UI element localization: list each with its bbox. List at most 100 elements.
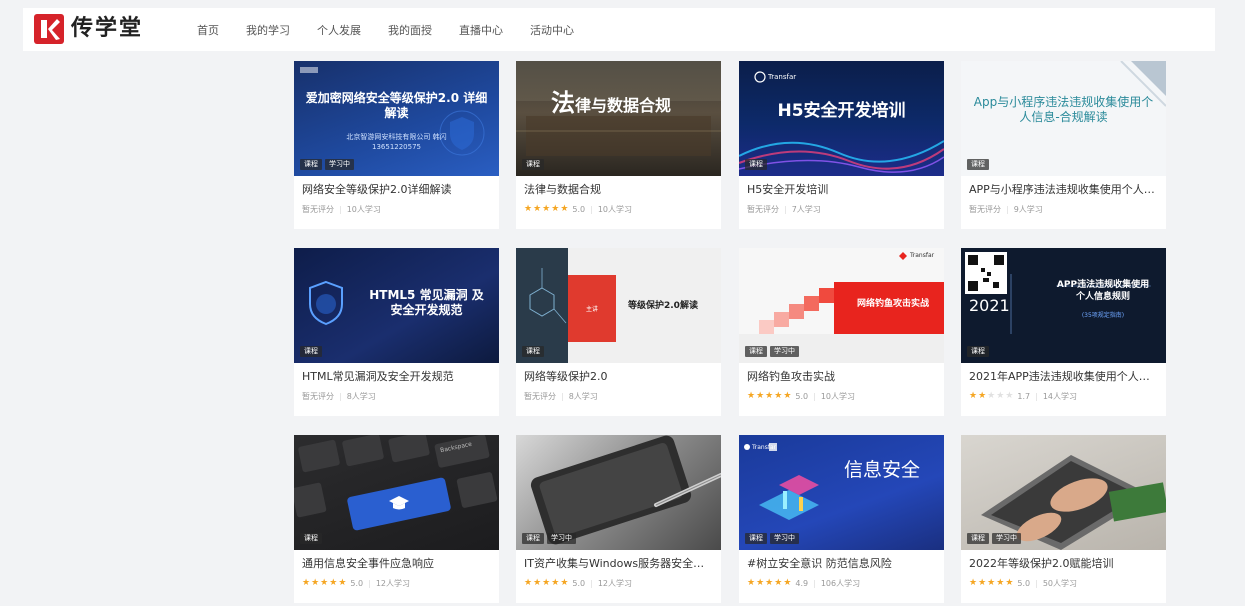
logo-text: 传学堂 bbox=[71, 16, 144, 41]
course-cover[interactable]: Transfar 网络钓鱼攻击实战 课程 学习中 bbox=[739, 248, 944, 363]
course-title[interactable]: IT资产收集与Windows服务器安全加固 bbox=[524, 556, 713, 572]
learner-count: 106人学习 bbox=[820, 579, 861, 588]
course-card[interactable]: Transfar H5安全开发培训 课程 H5安全开发培训 暂无评分 | 7人学… bbox=[739, 61, 944, 229]
logo-mark-icon bbox=[34, 14, 64, 44]
course-tags: 课程 bbox=[745, 159, 767, 170]
meta-divider: | bbox=[1035, 579, 1038, 588]
course-tag: 课程 bbox=[967, 346, 989, 357]
course-title[interactable]: 网络钓鱼攻击实战 bbox=[747, 369, 936, 385]
nav-my-learning[interactable]: 我的学习 bbox=[246, 22, 290, 38]
course-card[interactable]: 2021 APP违法违规收集使用个人信息规则 (35项规定指南) 课程 2021… bbox=[961, 248, 1166, 416]
course-cover[interactable]: 2021 APP违法违规收集使用个人信息规则 (35项规定指南) 课程 bbox=[961, 248, 1166, 363]
meta-divider: | bbox=[561, 392, 564, 401]
star-rating: ★ ★ ★ ★ ★ bbox=[302, 579, 347, 588]
cover-brand: Transfar bbox=[768, 73, 797, 81]
star-icon: ★ bbox=[978, 578, 987, 588]
course-card[interactable]: HTML5 常见漏洞 及安全开发规范 课程 HTML常见漏洞及安全开发规范 暂无… bbox=[294, 248, 499, 416]
course-tag: 课程 bbox=[300, 533, 322, 544]
course-cover[interactable]: 爱加密网络安全等级保护2.0 详细解读 北京智游网安科技有限公司 韩闪 1365… bbox=[294, 61, 499, 176]
learner-count: 10人学习 bbox=[820, 392, 856, 401]
course-title[interactable]: HTML常见漏洞及安全开发规范 bbox=[302, 369, 491, 385]
course-tag: 课程 bbox=[745, 533, 767, 544]
meta-divider: | bbox=[1035, 392, 1038, 401]
nav-home[interactable]: 首页 bbox=[197, 22, 219, 38]
cover-year: 2021 bbox=[969, 296, 1010, 315]
learner-count: 12人学习 bbox=[597, 579, 633, 588]
nav-activity-center[interactable]: 活动中心 bbox=[530, 22, 574, 38]
rating-score: 5.0 bbox=[572, 205, 586, 214]
course-cover[interactable]: Transfar H5安全开发培训 课程 bbox=[739, 61, 944, 176]
cover-title: HTML5 常见漏洞 及安全开发规范 bbox=[369, 288, 484, 317]
course-cover[interactable]: 课程 学习中 bbox=[961, 435, 1166, 550]
course-tags: 课程 bbox=[522, 159, 544, 170]
star-icon: ★ bbox=[320, 578, 329, 588]
meta-divider: | bbox=[784, 205, 787, 214]
star-icon: ★ bbox=[774, 578, 783, 588]
course-cover[interactable]: HTML5 常见漏洞 及安全开发规范 课程 bbox=[294, 248, 499, 363]
course-tag: 课程 bbox=[522, 346, 544, 357]
star-icon: ★ bbox=[774, 391, 783, 401]
course-card[interactable]: 课程 学习中 IT资产收集与Windows服务器安全加固 ★ ★ ★ ★ ★ 5.0 |… bbox=[516, 435, 721, 603]
star-icon: ★ bbox=[996, 578, 1005, 588]
cover-title: App与小程序违法违规收集使用个人信息-合规解读 bbox=[973, 95, 1154, 124]
star-icon: ★ bbox=[302, 578, 311, 588]
cover-title: 等级保护2.0解读 bbox=[628, 301, 698, 311]
course-title[interactable]: H5安全开发培训 bbox=[747, 182, 936, 198]
course-cover[interactable]: Transfar 信息安全 课程 学习中 bbox=[739, 435, 944, 550]
course-tag: 课程 bbox=[522, 533, 544, 544]
rating-score: 5.0 bbox=[1017, 579, 1031, 588]
star-icon: ★ bbox=[524, 578, 533, 588]
course-card[interactable]: 课程 学习中 2022年等级保护2.0赋能培训 ★ ★ ★ ★ ★ 5.0 | 50人学… bbox=[961, 435, 1166, 603]
star-icon: ★ bbox=[996, 391, 1005, 401]
course-tag: 学习中 bbox=[770, 533, 799, 544]
course-title[interactable]: 2021年APP违法违规收集使用个人信... bbox=[969, 369, 1158, 385]
course-card[interactable]: Transfar 信息安全 课程 学习中 #树立安全意识 防范信息风险 ★ ★ ★ ★… bbox=[739, 435, 944, 603]
course-title[interactable]: 网络等级保护2.0 bbox=[524, 369, 713, 385]
star-rating: ★ ★ ★ ★ ★ bbox=[747, 579, 792, 588]
course-tag: 学习中 bbox=[992, 533, 1021, 544]
star-icon: ★ bbox=[978, 391, 987, 401]
star-icon: ★ bbox=[560, 578, 569, 588]
cover-title: 爱加密网络安全等级保护2.0 详细解读 bbox=[305, 91, 488, 120]
learner-count: 12人学习 bbox=[375, 579, 411, 588]
course-title[interactable]: 网络安全等级保护2.0详细解读 bbox=[302, 182, 491, 198]
cover-title: 网络钓鱼攻击实战 bbox=[857, 299, 930, 309]
learner-count: 7人学习 bbox=[791, 205, 821, 214]
course-cover[interactable]: Backspace 课程 bbox=[294, 435, 499, 550]
course-card[interactable]: Backspace 课程 通用信息安全事件应急响应 ★ ★ ★ ★ ★ 5.0 | 12… bbox=[294, 435, 499, 603]
course-title[interactable]: #树立安全意识 防范信息风险 bbox=[747, 556, 936, 572]
course-cover[interactable]: 主讲 等级保护2.0解读 课程 bbox=[516, 248, 721, 363]
course-title[interactable]: 通用信息安全事件应急响应 bbox=[302, 556, 491, 572]
course-card[interactable]: App与小程序违法违规收集使用个人信息-合规解读 课程 APP与小程序违法违规收… bbox=[961, 61, 1166, 229]
course-card[interactable]: 主讲 等级保护2.0解读 课程 网络等级保护2.0 暂无评分 | 8人学习 bbox=[516, 248, 721, 416]
course-title[interactable]: 法律与数据合规 bbox=[524, 182, 713, 198]
learner-count: 10人学习 bbox=[597, 205, 633, 214]
site-logo[interactable]: 传学堂 bbox=[34, 12, 143, 46]
course-card[interactable]: 法律与数据合规 课程 法律与数据合规 ★ ★ ★ ★ ★ 5.0 | 10人学习 bbox=[516, 61, 721, 229]
course-meta: ★ ★ ★ ★ ★ 1.7 | 14人学习 bbox=[969, 391, 1158, 402]
nav-live-center[interactable]: 直播中心 bbox=[459, 22, 503, 38]
rating-label: 暂无评分 bbox=[747, 205, 779, 214]
nav-my-classes[interactable]: 我的面授 bbox=[388, 22, 432, 38]
course-tags: 课程 学习中 bbox=[522, 533, 576, 544]
cover-title-part1: 法 bbox=[551, 89, 575, 117]
course-title[interactable]: APP与小程序违法违规收集使用个人信... bbox=[969, 182, 1158, 198]
course-cover[interactable]: App与小程序违法违规收集使用个人信息-合规解读 课程 bbox=[961, 61, 1166, 176]
star-icon: ★ bbox=[747, 578, 756, 588]
course-meta: ★ ★ ★ ★ ★ 5.0 | 50人学习 bbox=[969, 578, 1158, 589]
course-cover[interactable]: 课程 学习中 bbox=[516, 435, 721, 550]
learner-count: 10人学习 bbox=[346, 205, 381, 214]
course-meta: ★ ★ ★ ★ ★ 5.0 | 10人学习 bbox=[524, 204, 713, 215]
star-icon: ★ bbox=[551, 578, 560, 588]
course-cover[interactable]: 法律与数据合规 课程 bbox=[516, 61, 721, 176]
star-icon: ★ bbox=[1005, 391, 1014, 401]
course-card[interactable]: Transfar 网络钓鱼攻击实战 课程 学习中 网络钓鱼攻击实战 ★ ★ ★ ★ ★ … bbox=[739, 248, 944, 416]
rating-label: 暂无评分 bbox=[302, 392, 334, 401]
course-tag: 课程 bbox=[967, 533, 989, 544]
course-title[interactable]: 2022年等级保护2.0赋能培训 bbox=[969, 556, 1158, 572]
course-card[interactable]: 爱加密网络安全等级保护2.0 详细解读 北京智游网安科技有限公司 韩闪 1365… bbox=[294, 61, 499, 229]
nav-personal-development[interactable]: 个人发展 bbox=[317, 22, 361, 38]
course-tags: 课程 学习中 bbox=[967, 533, 1021, 544]
star-icon: ★ bbox=[329, 578, 338, 588]
course-meta: 暂无评分 | 8人学习 bbox=[524, 391, 713, 402]
